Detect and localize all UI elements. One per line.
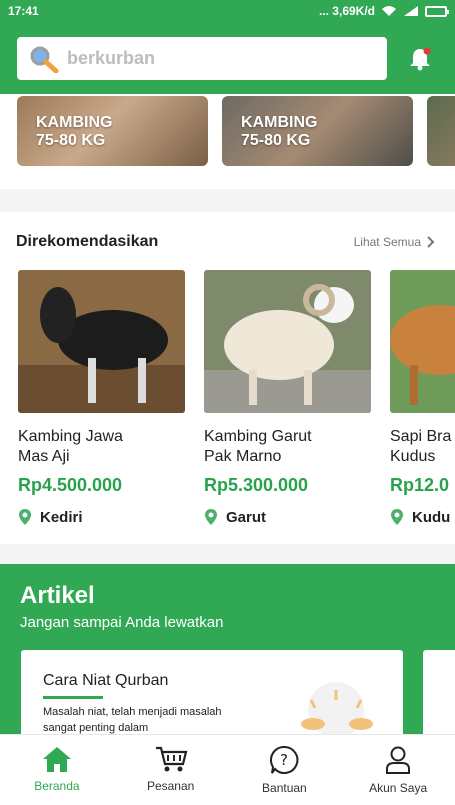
- article-title: Artikel: [20, 582, 95, 609]
- section-title: Direkomendasikan: [16, 233, 159, 250]
- search-input[interactable]: berkurban: [17, 37, 387, 80]
- product-location: Garut: [204, 508, 371, 526]
- location-pin-icon: [391, 509, 403, 525]
- network-speed: ... 3,69K/d: [318, 4, 375, 18]
- product-name: Sapi Bra Kudus: [390, 428, 452, 465]
- signal-icon: [404, 6, 418, 16]
- svg-text:?: ?: [280, 751, 288, 769]
- product-image: [18, 270, 185, 413]
- nav-item-bantuan[interactable]: ? Bantuan: [228, 735, 342, 805]
- product-location: Kudu: [390, 508, 455, 526]
- notification-button[interactable]: [407, 46, 433, 77]
- bottom-nav: Beranda Pesanan ? Bantuan Akun Saya: [0, 734, 455, 805]
- category-card[interactable]: KAMBING 75-80 KG: [222, 96, 413, 166]
- category-label: KAMBING 75-80 KG: [241, 114, 318, 149]
- article-card-description: Masalah niat, telah menjadi masalah sang…: [43, 706, 222, 734]
- search-icon: [30, 46, 59, 73]
- product-card[interactable]: Sapi Bra Kudus Rp12.0 Kudu: [390, 270, 455, 526]
- user-icon: [386, 746, 411, 774]
- product-image: [390, 270, 455, 413]
- cart-icon: [155, 746, 188, 772]
- status-bar: 17:41 ... 3,69K/d: [0, 0, 455, 22]
- location-pin-icon: [19, 509, 31, 525]
- article-illustration: [301, 682, 373, 734]
- chevron-right-icon: [427, 236, 435, 248]
- product-name: Kambing Jawa Mas Aji: [18, 428, 123, 465]
- article-card-title: Cara Niat Qurban: [43, 672, 169, 689]
- location-pin-icon: [205, 509, 217, 525]
- status-time: 17:41: [8, 4, 39, 18]
- article-section: Artikel Jangan sampai Anda lewatkan Cara…: [0, 564, 455, 734]
- article-card[interactable]: [423, 650, 455, 734]
- nav-item-pesanan[interactable]: Pesanan: [114, 735, 228, 805]
- product-image: [204, 270, 371, 413]
- nav-item-beranda[interactable]: Beranda: [0, 735, 114, 805]
- category-card[interactable]: [427, 96, 455, 166]
- category-card[interactable]: KAMBING 75-80 KG: [17, 96, 208, 166]
- battery-icon: [425, 5, 449, 17]
- product-price: Rp12.0: [390, 475, 450, 495]
- nav-item-akun-saya[interactable]: Akun Saya: [341, 735, 455, 805]
- product-price: Rp4.500.000: [18, 475, 123, 495]
- article-subtitle: Jangan sampai Anda lewatkan: [20, 614, 224, 631]
- recommended-section: Direkomendasikan Lihat Semua Kambing Jaw…: [0, 212, 455, 544]
- article-card[interactable]: Cara Niat Qurban Masalah niat, telah men…: [21, 650, 403, 734]
- product-card[interactable]: Kambing Jawa Mas Aji Rp4.500.000 Kediri: [18, 270, 185, 526]
- product-location: Kediri: [18, 508, 185, 526]
- product-name: Kambing Garut Pak Marno: [204, 428, 312, 465]
- category-label: KAMBING 75-80 KG: [36, 114, 113, 149]
- wifi-icon: [382, 6, 396, 16]
- category-strip: KAMBING 75-80 KG KAMBING 75-80 KG: [0, 94, 455, 189]
- product-price: Rp5.300.000: [204, 475, 309, 495]
- app-header: berkurban: [0, 22, 455, 94]
- bell-icon: [410, 47, 431, 71]
- search-placeholder: berkurban: [67, 48, 156, 68]
- status-icons: ... 3,69K/d: [318, 4, 449, 18]
- product-card[interactable]: Kambing Garut Pak Marno Rp5.300.000 Garu…: [204, 270, 371, 526]
- title-underline: [43, 696, 103, 699]
- see-all-link[interactable]: Lihat Semua: [354, 235, 435, 249]
- home-icon: [42, 747, 71, 772]
- help-icon: ?: [270, 745, 299, 774]
